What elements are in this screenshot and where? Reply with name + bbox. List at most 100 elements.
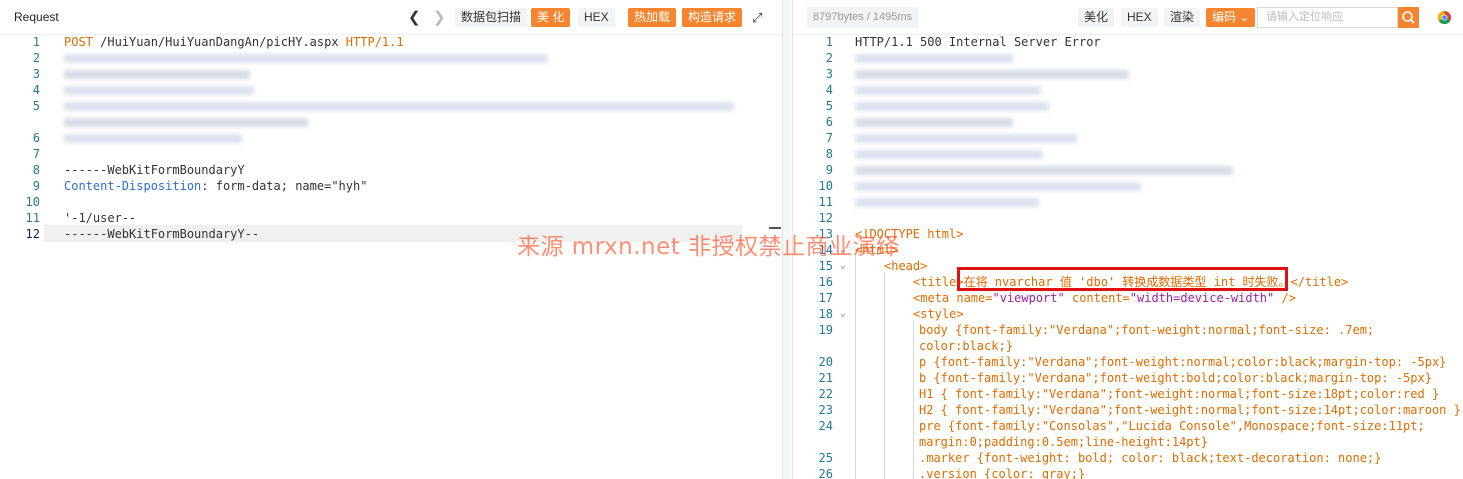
css-rule: H1 { font-family:"Verdana";font-weight:n… bbox=[919, 387, 1440, 401]
line-number: 20 bbox=[818, 355, 833, 369]
indent-guide bbox=[855, 256, 856, 479]
expand-icon[interactable]: ⤢ bbox=[752, 8, 762, 27]
redacted-header bbox=[855, 86, 1041, 95]
css-rule: b {font-family:"Verdana";font-weight:bol… bbox=[919, 371, 1432, 385]
fold-toggle-icon[interactable]: ⌄ bbox=[837, 306, 849, 322]
beautify-button[interactable]: 美 化 bbox=[531, 8, 571, 27]
http-protocol: HTTP/1.1 bbox=[345, 35, 404, 49]
css-rule: .version {color: gray;} bbox=[919, 467, 1086, 479]
beautify-button[interactable]: 美化 bbox=[1078, 8, 1115, 27]
css-rule: body {font-family:"Verdana";font-weight:… bbox=[919, 323, 1375, 337]
request-toolbar: Request ❮ ❯ 数据包扫描 美 化 HEX 热加载 构造请求 ⤢ bbox=[0, 0, 782, 35]
redacted-header bbox=[64, 102, 734, 111]
css-rule: margin:0;padding:0.5em;line-height:14pt} bbox=[919, 435, 1208, 449]
css-rule: pre {font-family:"Consolas","Lucida Cons… bbox=[919, 419, 1425, 433]
style-open-line: <style> bbox=[913, 307, 964, 321]
redacted-header bbox=[855, 182, 1141, 191]
redacted-header bbox=[64, 86, 254, 95]
line-number: 5 bbox=[32, 99, 40, 113]
hex-button[interactable]: HEX bbox=[1121, 8, 1158, 27]
redacted-header bbox=[64, 70, 250, 79]
boundary-line: ------WebKitFormBoundaryY bbox=[64, 163, 245, 177]
line-number: 24 bbox=[818, 419, 833, 433]
line-number: 11 bbox=[25, 211, 40, 225]
hot-load-button[interactable]: 热加载 bbox=[628, 8, 677, 27]
line-number: 18 bbox=[818, 307, 833, 321]
title-close-tag: </title> bbox=[1290, 275, 1349, 289]
line-number: 10 bbox=[818, 179, 833, 193]
request-title: Request bbox=[14, 10, 59, 24]
line-number: 12 bbox=[25, 227, 40, 241]
line-number: 2 bbox=[825, 51, 833, 65]
line-number: 21 bbox=[818, 371, 833, 385]
chevron-down-icon: ⌄ bbox=[1239, 10, 1250, 24]
redacted-header bbox=[855, 198, 1039, 207]
meta-end: /> bbox=[1281, 291, 1296, 305]
redacted-header bbox=[64, 134, 242, 143]
meta-value: "viewport" bbox=[992, 291, 1065, 305]
encoding-dropdown[interactable]: 编码 ⌄ bbox=[1206, 8, 1256, 27]
redacted-header bbox=[64, 118, 308, 127]
line-number: 1 bbox=[32, 35, 40, 49]
chrome-icon bbox=[1437, 10, 1452, 25]
line-number: 16 bbox=[818, 275, 833, 289]
header-key: Content-Disposition bbox=[64, 179, 202, 193]
redacted-header bbox=[855, 54, 1013, 63]
boundary-end-line: ------WebKitFormBoundaryY-- bbox=[64, 227, 260, 241]
request-line: POST /HuiYuan/HuiYuanDangAn/picHY.aspx H… bbox=[64, 34, 404, 50]
line-number: 9 bbox=[32, 179, 40, 193]
line-number: 8 bbox=[825, 147, 833, 161]
locate-search-input[interactable]: 请输入定位响应 bbox=[1257, 7, 1398, 28]
construct-request-button[interactable]: 构造请求 bbox=[682, 8, 743, 27]
line-number: 6 bbox=[32, 131, 40, 145]
request-path: /HuiYuan/HuiYuanDangAn/picHY.aspx bbox=[100, 35, 339, 49]
line-number: 6 bbox=[825, 115, 833, 129]
redacted-header bbox=[855, 118, 1013, 127]
line-number: 26 bbox=[818, 467, 833, 479]
meta-line: <meta name="viewport" content="width=dev… bbox=[913, 290, 1296, 306]
forward-arrow-icon[interactable]: ❯ bbox=[433, 8, 446, 27]
line-number: 22 bbox=[818, 387, 833, 401]
header-value: form-data; name="hyh" bbox=[215, 179, 368, 193]
status-line: HTTP/1.1 500 Internal Server Error bbox=[855, 35, 1101, 49]
render-button[interactable]: 渲染 bbox=[1164, 8, 1201, 27]
line-number: 12 bbox=[818, 211, 833, 225]
redacted-header bbox=[855, 102, 1049, 111]
browser-icon[interactable] bbox=[1437, 10, 1452, 28]
http-method: POST bbox=[64, 35, 93, 49]
css-rule: p {font-family:"Verdana";font-weight:nor… bbox=[919, 355, 1447, 369]
hex-button[interactable]: HEX bbox=[578, 8, 615, 27]
line-number: 9 bbox=[825, 163, 833, 177]
line-number: 7 bbox=[32, 147, 40, 161]
line-number: 8 bbox=[32, 163, 40, 177]
indent-guide bbox=[884, 272, 885, 479]
packet-scan-button[interactable]: 数据包扫描 bbox=[455, 8, 528, 27]
meta-value: "width=device-width" bbox=[1129, 291, 1275, 305]
line-number: 11 bbox=[818, 195, 833, 209]
search-icon bbox=[1402, 11, 1415, 24]
meta-attr: content= bbox=[1071, 291, 1130, 305]
back-arrow-icon[interactable]: ❮ bbox=[408, 8, 421, 27]
indent-guide bbox=[913, 320, 914, 479]
meta-attr: name= bbox=[956, 291, 993, 305]
line-number: 19 bbox=[818, 323, 833, 337]
watermark: 来源 mrxn.net 非授权禁止商业演绎 bbox=[517, 234, 900, 260]
title-open-tag: <title> bbox=[913, 275, 964, 289]
redacted-header bbox=[855, 134, 1077, 143]
search-button[interactable] bbox=[1398, 7, 1419, 28]
redacted-header bbox=[855, 70, 1129, 79]
line-number: 23 bbox=[818, 403, 833, 417]
content-disposition-line: Content-Disposition: form-data; name="hy… bbox=[64, 179, 368, 193]
error-highlight-box bbox=[957, 267, 1288, 291]
line-number: 10 bbox=[25, 195, 40, 209]
response-size-info: 8797bytes / 1495ms bbox=[807, 7, 919, 28]
line-number: 7 bbox=[825, 131, 833, 145]
line-number: 3 bbox=[825, 67, 833, 81]
line-number: 2 bbox=[32, 51, 40, 65]
line-number: 5 bbox=[825, 99, 833, 113]
redacted-header bbox=[855, 150, 1043, 159]
css-rule: H2 { font-family:"Verdana";font-weight:n… bbox=[919, 403, 1461, 417]
redacted-header bbox=[64, 54, 548, 63]
css-rule: color:black;} bbox=[919, 339, 1013, 353]
line-number: 1 bbox=[825, 35, 833, 49]
